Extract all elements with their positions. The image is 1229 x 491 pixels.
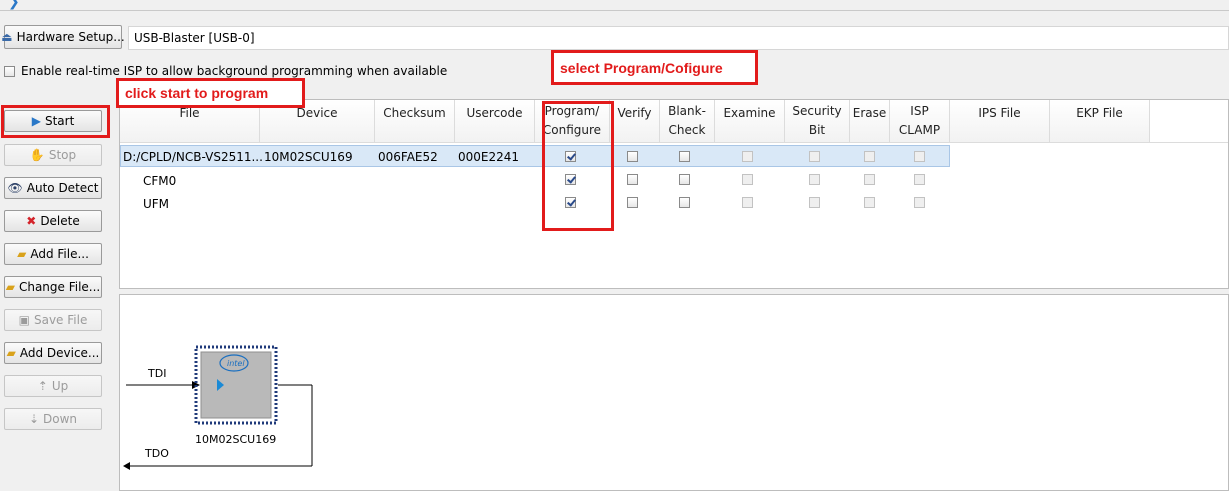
auto-detect-label: Auto Detect: [26, 181, 99, 195]
row2-file: CFM0: [143, 174, 177, 188]
hardware-setup-button[interactable]: ⏏ Hardware Setup...: [1, 25, 125, 49]
col-isp-label: ISP CLAMP: [898, 104, 941, 137]
up-arrow-icon: ⇡: [37, 379, 48, 393]
row3-erase-checkbox: [864, 197, 875, 208]
row3-security-checkbox: [809, 197, 820, 208]
col-ips-label: IPS File: [978, 106, 1021, 120]
row1-verify-checkbox[interactable]: [627, 151, 638, 162]
col-verify-label: Verify: [617, 106, 652, 120]
save-file-button[interactable]: ▣ Save File: [4, 309, 102, 331]
intel-logo-text: intel: [227, 359, 245, 368]
row1-erase-checkbox: [864, 151, 875, 162]
jtag-chain-diagram: [123, 345, 313, 470]
row3-file: UFM: [143, 197, 170, 211]
row2-verify-checkbox[interactable]: [627, 174, 638, 185]
row2-isp-checkbox: [914, 174, 925, 185]
stop-label: Stop: [48, 148, 77, 162]
row3-examine-checkbox: [742, 197, 753, 208]
add-file-button[interactable]: ▰ Add File...: [4, 243, 102, 265]
row2-examine-checkbox: [742, 174, 753, 185]
delete-button[interactable]: ✖ Delete: [4, 210, 102, 232]
col-usercode[interactable]: Usercode: [455, 100, 535, 142]
arrow-icon: ❯: [8, 0, 20, 10]
hardware-setup-label: Hardware Setup...: [16, 30, 125, 44]
row2-erase-checkbox: [864, 174, 875, 185]
col-checksum[interactable]: Checksum: [375, 100, 455, 142]
header-divider: [120, 142, 1228, 143]
tdo-arrowhead: [123, 462, 130, 470]
change-file-label: Change File...: [18, 280, 101, 294]
add-file-label: Add File...: [30, 247, 89, 261]
down-arrow-icon: ⇣: [28, 412, 40, 426]
add-device-label: Add Device...: [19, 346, 100, 360]
program-highlight-box: [542, 101, 614, 231]
isp-option[interactable]: Enable real-time ISP to allow background…: [4, 64, 447, 78]
row3-verify-checkbox[interactable]: [627, 197, 638, 208]
row1-examine-checkbox: [742, 151, 753, 162]
col-ekp-file[interactable]: EKP File: [1050, 100, 1150, 142]
tdi-label: TDI: [148, 367, 167, 380]
isp-checkbox[interactable]: [4, 65, 15, 77]
up-button[interactable]: ⇡ Up: [4, 375, 102, 397]
binoculars-icon: 👁: [7, 181, 23, 195]
col-ekp-label: EKP File: [1076, 106, 1123, 120]
up-label: Up: [51, 379, 69, 393]
row2-security-checkbox: [809, 174, 820, 185]
add-device-button[interactable]: ▰ Add Device...: [4, 342, 102, 364]
col-ips-file[interactable]: IPS File: [950, 100, 1050, 142]
col-verify[interactable]: Verify: [610, 100, 660, 142]
auto-detect-button[interactable]: 👁 Auto Detect: [4, 177, 102, 199]
down-label: Down: [43, 412, 78, 426]
save-icon: ▣: [18, 313, 30, 327]
row1-device: 10M02SCU169: [264, 150, 353, 164]
row3-blank-checkbox[interactable]: [679, 197, 690, 208]
window-top-strip: ❯: [0, 0, 1229, 11]
col-isp-clamp[interactable]: ISP CLAMP: [890, 100, 950, 142]
col-erase[interactable]: Erase: [850, 100, 890, 142]
col-usercode-label: Usercode: [466, 106, 523, 120]
col-security-label: Security Bit: [792, 104, 842, 137]
col-checksum-label: Checksum: [383, 106, 446, 120]
tdo-label: TDO: [145, 447, 169, 460]
row3-isp-checkbox: [914, 197, 925, 208]
col-erase-label: Erase: [852, 106, 887, 120]
col-blank-check[interactable]: Blank- Check: [660, 100, 715, 142]
jtag-chain-panel: intel TDI TDO 10M02SCU169: [119, 294, 1229, 491]
add-device-icon: ▰: [6, 346, 16, 360]
row1-usercode: 000E2241: [458, 150, 520, 164]
stop-icon: ✋: [29, 148, 45, 162]
row1-security-checkbox: [809, 151, 820, 162]
hardware-field: USB-Blaster [USB-0]: [128, 26, 1229, 50]
hardware-icon: ⏏: [1, 30, 13, 44]
down-button[interactable]: ⇣ Down: [4, 408, 102, 430]
row2-blank-checkbox[interactable]: [679, 174, 690, 185]
add-file-icon: ▰: [17, 247, 27, 261]
change-file-icon: ▰: [5, 280, 15, 294]
row1-isp-checkbox: [914, 151, 925, 162]
col-examine-label: Examine: [723, 106, 776, 120]
start-highlight-box: [1, 105, 110, 138]
col-security-bit[interactable]: Security Bit: [785, 100, 850, 142]
delete-icon: ✖: [26, 214, 37, 228]
hardware-value: USB-Blaster [USB-0]: [134, 31, 255, 45]
delete-label: Delete: [40, 214, 80, 228]
change-file-button[interactable]: ▰ Change File...: [4, 276, 102, 298]
row1-file: D:/CPLD/NCB-VS2511...: [123, 150, 263, 164]
col-examine[interactable]: Examine: [715, 100, 785, 142]
col-blank-label: Blank- Check: [668, 104, 706, 137]
chip-device-label: 10M02SCU169: [195, 433, 277, 446]
save-file-label: Save File: [33, 313, 88, 327]
row1-blank-checkbox[interactable]: [679, 151, 690, 162]
program-callout: select Program/Cofigure: [551, 50, 758, 85]
start-callout: click start to program: [116, 78, 305, 108]
row1-checksum: 006FAE52: [378, 150, 438, 164]
programming-table: File Device Checksum Usercode Program/Co…: [119, 99, 1229, 289]
isp-label: Enable real-time ISP to allow background…: [21, 64, 448, 78]
stop-button[interactable]: ✋ Stop: [4, 144, 102, 166]
